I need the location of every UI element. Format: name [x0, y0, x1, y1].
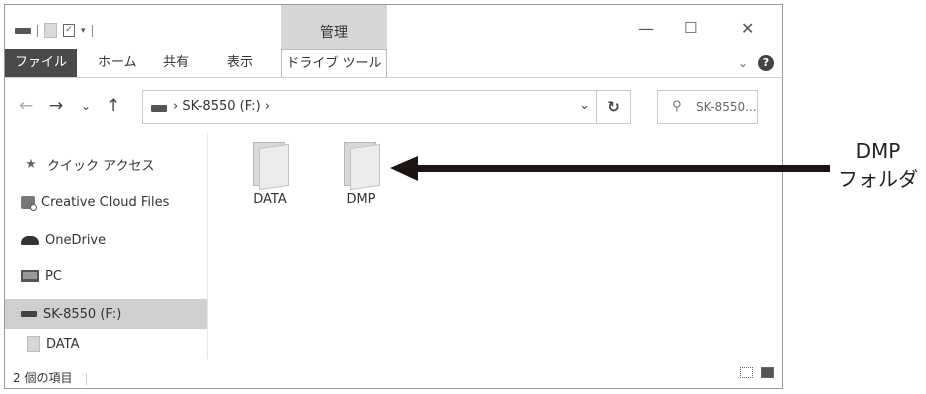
dmp-folder-annotation: DMP フォルダ	[828, 137, 926, 193]
details-view-icon[interactable]	[740, 367, 753, 378]
sidebar-item-label: Creative Cloud Files	[41, 194, 170, 210]
minimize-button[interactable]: —	[638, 19, 654, 38]
manage-label: 管理	[320, 25, 348, 41]
quick-access-icon: ★	[25, 156, 37, 172]
pc-icon	[21, 270, 39, 282]
drive-icon	[15, 27, 31, 34]
recent-locations-button[interactable]: ⌄	[81, 99, 91, 113]
folder-data[interactable]: DATA	[235, 140, 305, 207]
sidebar-item-label: SK-8550 (F:)	[43, 306, 122, 322]
divider	[37, 24, 38, 37]
tab-view[interactable]: 表示	[227, 49, 253, 77]
tab-file[interactable]: ファイル	[5, 49, 77, 77]
navigation-pane: ★ クイック アクセス Creative Cloud Files OneDriv…	[5, 133, 208, 359]
sidebar-item-label: DATA	[46, 336, 80, 352]
refresh-button[interactable]: ↻	[597, 90, 631, 124]
tab-home[interactable]: ホーム	[98, 49, 137, 77]
ribbon-tabs: ファイル ホーム 共有 表示 ドライブ ツール ⌄ ?	[5, 49, 782, 77]
checkbox-icon[interactable]: ✓	[63, 24, 75, 37]
sidebar-item-pc[interactable]: PC	[5, 261, 207, 291]
expand-ribbon-icon[interactable]: ⌄	[738, 56, 748, 70]
annotation-line-2: フォルダ	[838, 167, 918, 191]
tab-drive-tools[interactable]: ドライブ ツール	[281, 49, 387, 77]
tab-share[interactable]: 共有	[163, 49, 189, 77]
sidebar-item-onedrive[interactable]: OneDrive	[5, 225, 207, 255]
folder-icon	[251, 140, 289, 191]
search-icon: ⚲	[672, 99, 682, 114]
creative-cloud-icon	[21, 195, 37, 211]
divider	[91, 24, 93, 37]
forward-button[interactable]: →	[49, 96, 63, 116]
sidebar-item-creative-cloud[interactable]: Creative Cloud Files	[5, 187, 207, 217]
sidebar-item-data[interactable]: DATA	[5, 329, 207, 359]
view-toggle	[740, 367, 774, 378]
sidebar-item-quick-access[interactable]: ★ クイック アクセス	[5, 149, 207, 179]
folder-icon	[342, 140, 380, 191]
large-icons-view-icon[interactable]	[761, 367, 774, 378]
back-button[interactable]: ←	[19, 96, 33, 116]
maximize-button[interactable]: ☐	[684, 19, 697, 37]
folder-dmp[interactable]: DMP	[326, 140, 396, 207]
sidebar-item-sk-8550[interactable]: SK-8550 (F:)	[5, 299, 207, 329]
ribbon-divider	[5, 77, 782, 78]
status-bar: 2 個の項目	[13, 369, 88, 386]
title-bar: ✓ ▾ 管理 — ☐ ✕	[5, 5, 782, 49]
customize-qat-icon[interactable]: ▾	[81, 26, 86, 36]
folder-label: DMP	[346, 192, 376, 207]
navigation-bar: ← → ⌄ ↑ › SK-8550 (F:) › ⌄ ↻ ⚲ SK-8550..…	[5, 90, 782, 124]
ribbon-controls: ⌄ ?	[738, 55, 774, 71]
folder-icon	[27, 336, 40, 352]
folder-label: DATA	[253, 192, 287, 207]
callout-arrow	[390, 156, 830, 181]
address-bar[interactable]: › SK-8550 (F:) › ⌄	[142, 90, 597, 124]
divider	[86, 372, 88, 385]
address-path[interactable]: › SK-8550 (F:) ›	[173, 99, 270, 114]
quick-access-toolbar: ✓ ▾	[15, 23, 93, 38]
search-box[interactable]: ⚲ SK-8550...	[657, 90, 758, 124]
search-input[interactable]: SK-8550...	[696, 100, 757, 114]
item-count: 2 個の項目	[13, 371, 73, 385]
onedrive-icon	[21, 235, 39, 245]
annotation-line-1: DMP	[855, 139, 901, 163]
address-dropdown-button[interactable]: ⌄	[579, 98, 590, 113]
sidebar-item-label: PC	[45, 268, 62, 284]
manage-context-tab[interactable]: 管理	[281, 5, 387, 49]
drive-icon	[21, 311, 37, 317]
up-button[interactable]: ↑	[106, 96, 120, 116]
sidebar-item-label: クイック アクセス	[47, 158, 155, 174]
close-button[interactable]: ✕	[741, 19, 754, 38]
drive-icon	[151, 105, 167, 112]
help-icon[interactable]: ?	[758, 55, 774, 71]
properties-icon[interactable]	[44, 23, 57, 38]
sidebar-item-label: OneDrive	[45, 232, 107, 248]
explorer-window: ✓ ▾ 管理 — ☐ ✕ ファイル ホーム 共有 表示 ドライブ ツール ⌄ ?…	[4, 4, 783, 389]
